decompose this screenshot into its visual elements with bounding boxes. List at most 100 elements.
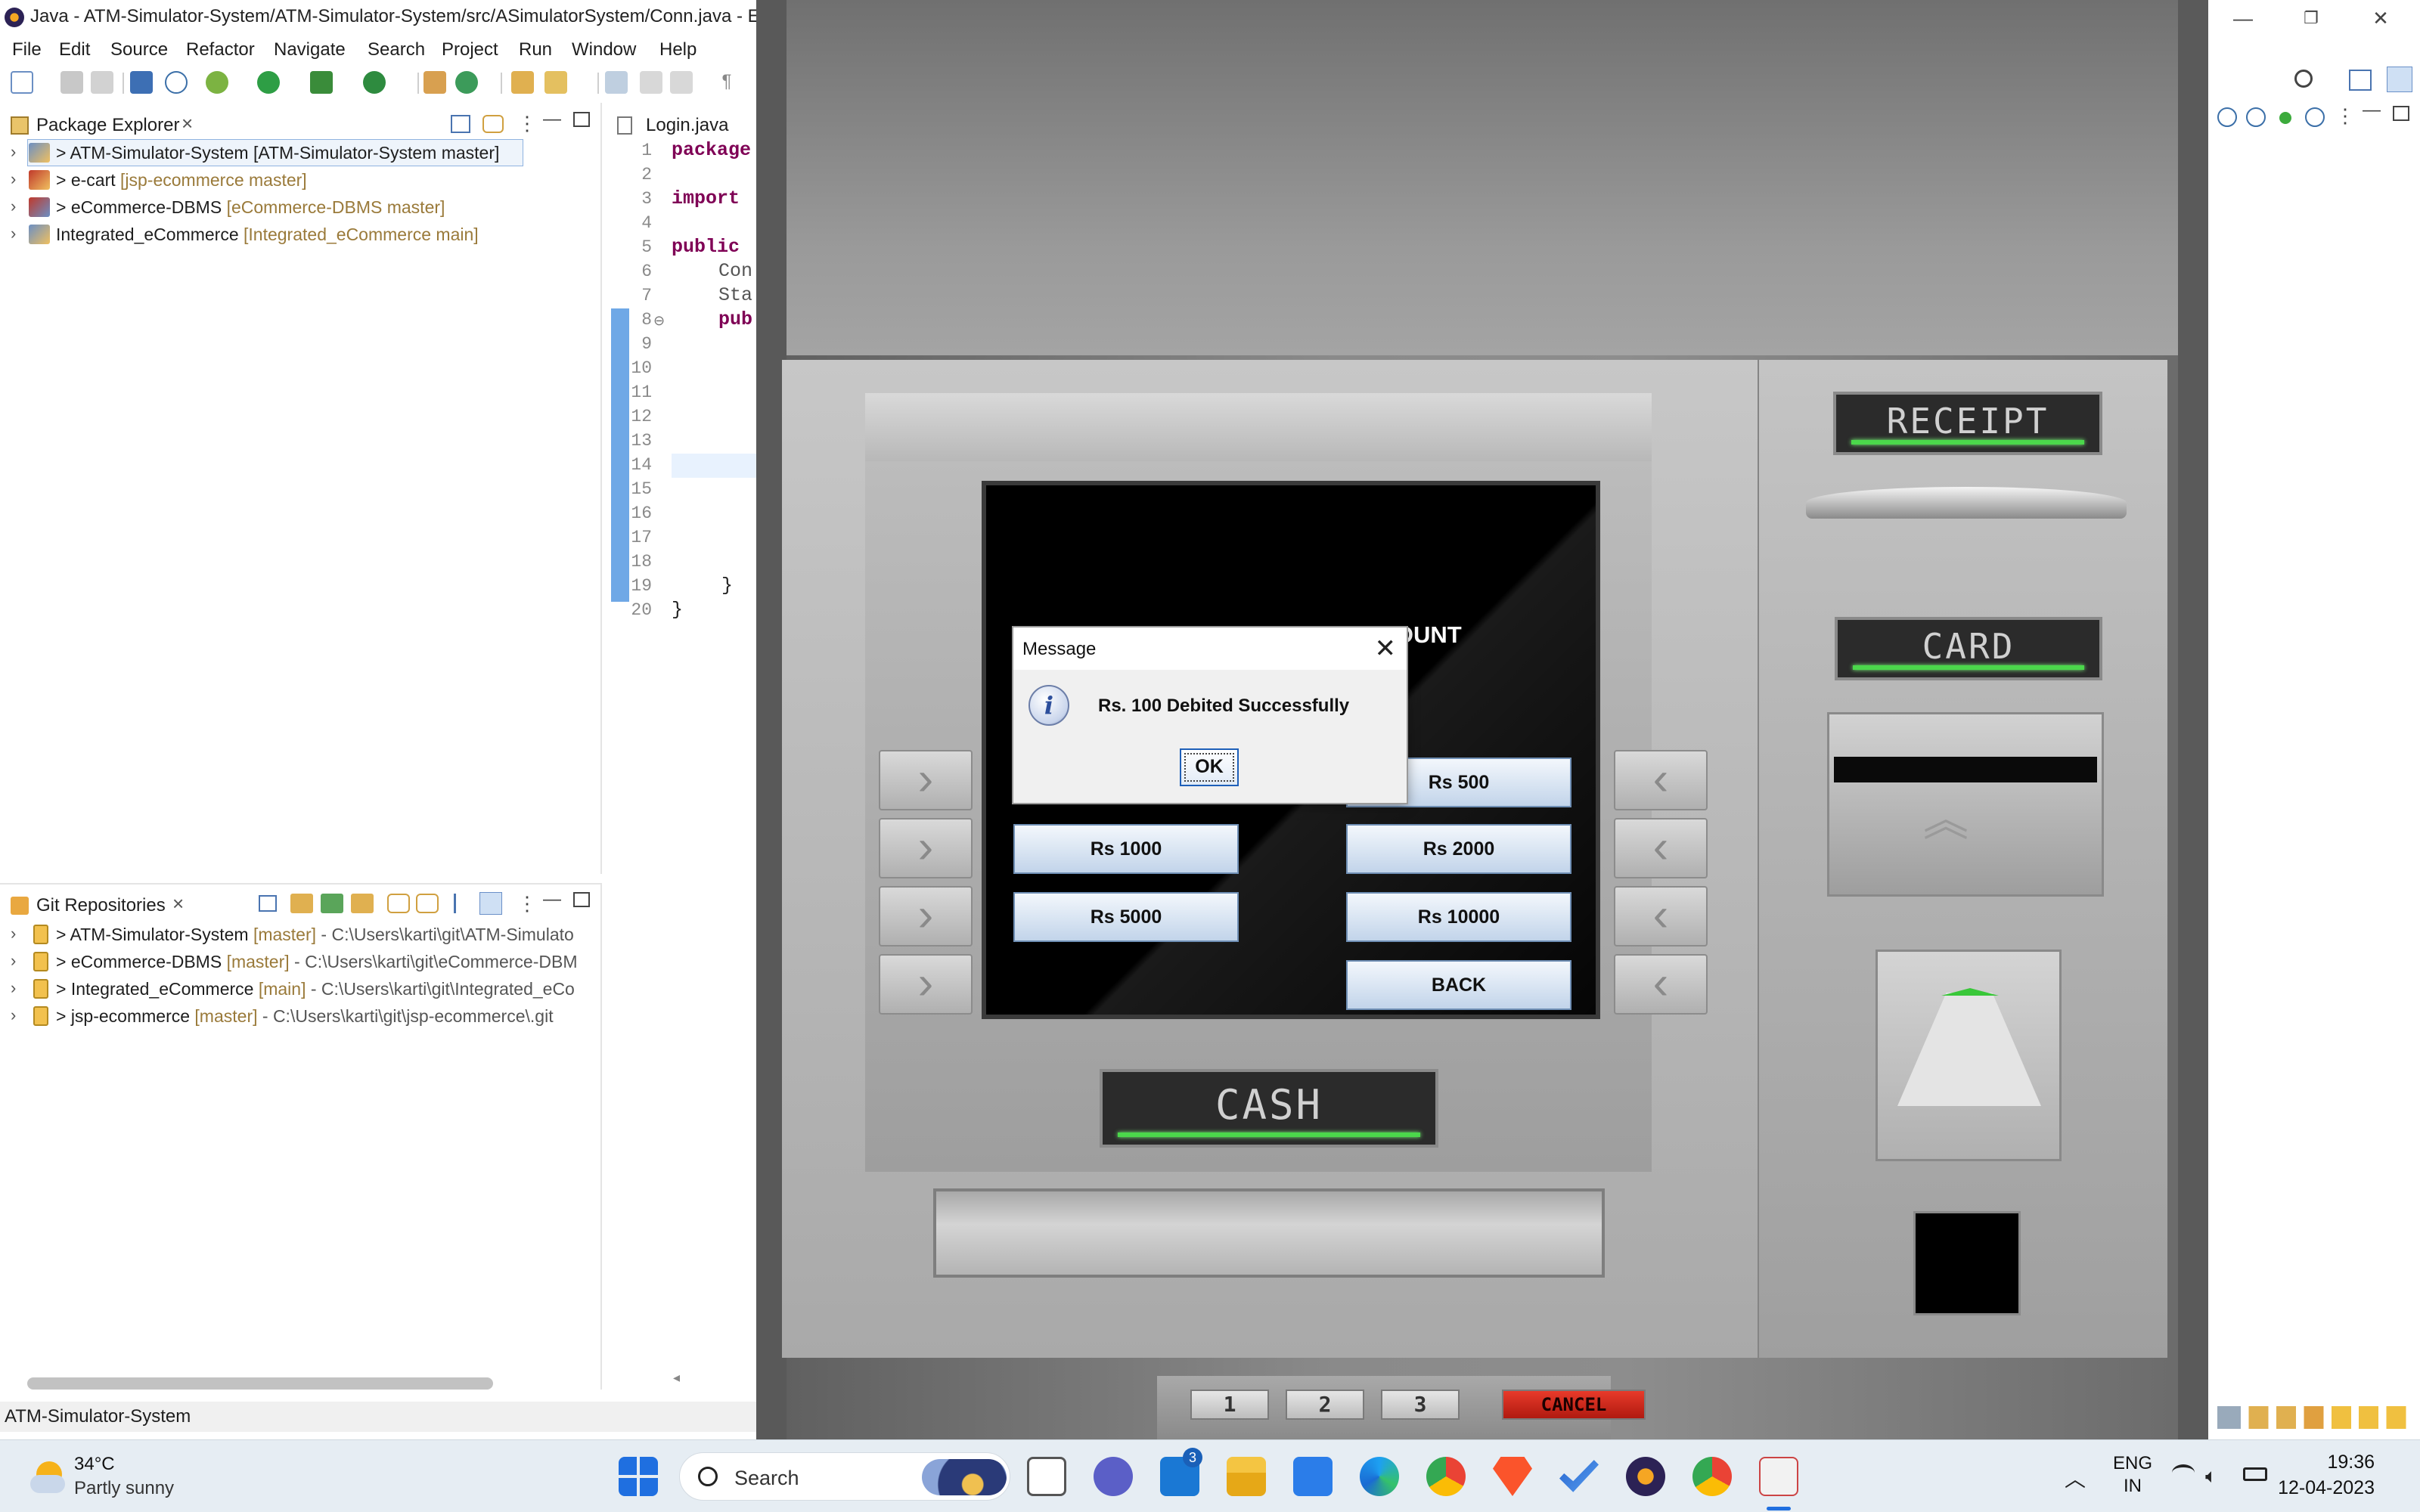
file-explorer-icon[interactable] — [1227, 1457, 1266, 1496]
skip-all-breakpoints-icon[interactable] — [2246, 107, 2266, 127]
collapse-all-icon[interactable] — [259, 895, 277, 912]
horizontal-scrollbar[interactable] — [27, 1377, 493, 1390]
left-side-key-4[interactable]: › — [879, 954, 973, 1015]
java-app-icon[interactable] — [1759, 1457, 1798, 1496]
fold-collapse-icon[interactable]: ⊖ — [653, 313, 665, 329]
expand-chevron-icon[interactable]: › — [11, 142, 16, 162]
right-side-key-2[interactable]: ‹ — [1614, 818, 1708, 878]
toggle-mark-occurrences-icon[interactable] — [605, 71, 628, 94]
right-side-key-3[interactable]: ‹ — [1614, 886, 1708, 947]
expand-chevron-icon[interactable]: › — [11, 169, 16, 189]
keypad-key-2[interactable]: 2 — [1286, 1390, 1364, 1420]
left-side-key-2[interactable]: › — [879, 818, 973, 878]
minimize-view-icon[interactable]: — — [543, 889, 561, 910]
view-menu-icon[interactable]: ⋮ — [517, 112, 537, 135]
menu-search[interactable]: Search — [368, 39, 425, 60]
chrome-profile-icon[interactable] — [1692, 1457, 1732, 1496]
view-menu-icon[interactable]: ⋮ — [517, 892, 537, 916]
dialog-close-icon[interactable]: ✕ — [1375, 634, 1397, 664]
cancel-key[interactable]: CANCEL — [1502, 1390, 1646, 1420]
menu-refactor[interactable]: Refactor — [186, 39, 255, 60]
external-tools-icon[interactable] — [363, 71, 386, 94]
green-dot-icon[interactable] — [2279, 112, 2291, 124]
menu-file[interactable]: File — [12, 39, 42, 60]
new-class-icon[interactable] — [455, 71, 478, 94]
new-icon[interactable] — [11, 71, 33, 94]
rs-10000-button[interactable]: Rs 10000 — [1346, 892, 1571, 942]
keypad-key-1[interactable]: 1 — [1190, 1390, 1269, 1420]
block-selection-icon[interactable] — [670, 71, 693, 94]
left-side-key-1[interactable]: › — [879, 750, 973, 810]
rs-1000-button[interactable]: Rs 1000 — [1013, 824, 1239, 874]
expand-chevron-icon[interactable]: › — [11, 924, 16, 943]
minimize-view-icon[interactable]: — — [543, 109, 561, 130]
edge-browser-icon[interactable] — [1360, 1457, 1399, 1496]
tree-item-integrated-ecommerce[interactable]: › Integrated_eCommerce [Integrated_eComm… — [0, 221, 597, 248]
volume-icon[interactable]: 🔈︎ — [2205, 1464, 2217, 1489]
add-repository-icon[interactable] — [290, 894, 313, 913]
expand-chevron-icon[interactable]: › — [11, 1005, 16, 1025]
tab-git-repositories[interactable]: Git Repositories × — [0, 888, 201, 922]
save-icon[interactable] — [60, 71, 83, 94]
toggle-annotation-icon[interactable] — [640, 71, 662, 94]
language-indicator[interactable]: ENG IN — [2113, 1452, 2152, 1498]
show-hidden-icons-chevron-icon[interactable]: ︿ — [2065, 1463, 2086, 1493]
code-editor[interactable]: Login.java ⊖ 1 2 3 4 5 6 7 8 9 10 11 12 … — [611, 103, 756, 1388]
collapse-all-icon[interactable] — [451, 115, 470, 133]
maximize-view-icon[interactable] — [573, 892, 590, 907]
scroll-left-arrow-icon[interactable]: ◂ — [673, 1370, 680, 1386]
fast-view-icons[interactable] — [2217, 1406, 2414, 1429]
search-icon[interactable] — [2294, 70, 2313, 88]
create-repository-icon[interactable] — [351, 894, 374, 913]
clone-repository-icon[interactable] — [321, 894, 343, 913]
hierarchical-layout-icon[interactable] — [454, 894, 473, 913]
menu-edit[interactable]: Edit — [59, 39, 90, 60]
git-repo-row[interactable]: › > eCommerce-DBMS [master] - C:\Users\k… — [0, 948, 597, 975]
minimize-view-icon[interactable]: — — [2363, 100, 2381, 121]
debug-icon[interactable] — [206, 71, 228, 94]
menu-navigate[interactable]: Navigate — [274, 39, 346, 60]
expand-chevron-icon[interactable]: › — [11, 197, 16, 216]
open-perspective-icon[interactable] — [2349, 70, 2372, 91]
expand-chevron-icon[interactable]: › — [11, 951, 16, 971]
microsoft-store-icon[interactable] — [1293, 1457, 1333, 1496]
git-repo-row[interactable]: › > Integrated_eCommerce [main] - C:\Use… — [0, 975, 597, 1002]
open-type-icon[interactable] — [511, 71, 534, 94]
close-tab-icon[interactable]: × — [172, 892, 184, 916]
ok-button[interactable]: OK — [1180, 748, 1239, 786]
refresh-icon[interactable] — [416, 894, 439, 913]
expand-chevron-icon[interactable]: › — [11, 224, 16, 243]
link-with-selection-icon[interactable] — [387, 894, 410, 913]
maximize-view-icon[interactable] — [2393, 106, 2409, 121]
save-all-icon[interactable] — [91, 71, 113, 94]
todo-icon[interactable] — [1559, 1460, 1599, 1492]
tree-item-ecommerce-dbms[interactable]: › > eCommerce-DBMS [eCommerce-DBMS maste… — [0, 194, 597, 221]
git-repo-row[interactable]: › > jsp-ecommerce [master] - C:\Users\ka… — [0, 1002, 597, 1030]
maximize-view-icon[interactable] — [573, 112, 590, 127]
tree-item-e-cart[interactable]: › > e-cart [jsp-ecommerce master] — [0, 166, 597, 194]
rs-2000-button[interactable]: Rs 2000 — [1346, 824, 1571, 874]
chrome-icon[interactable] — [1426, 1457, 1466, 1496]
coverage-icon[interactable] — [310, 71, 333, 94]
back-button[interactable]: BACK — [1346, 960, 1571, 1010]
eclipse-taskbar-icon[interactable] — [1626, 1457, 1665, 1496]
brave-browser-icon[interactable] — [1493, 1457, 1532, 1496]
run-icon[interactable] — [257, 71, 280, 94]
filter-icon[interactable] — [479, 892, 502, 915]
restore-button[interactable]: ❐ — [2296, 3, 2326, 33]
remove-breakpoints-icon[interactable] — [2305, 107, 2325, 127]
right-side-key-4[interactable]: ‹ — [1614, 954, 1708, 1015]
terminal-icon[interactable] — [130, 71, 153, 94]
teams-chat-icon[interactable] — [1094, 1457, 1133, 1496]
menu-project[interactable]: Project — [442, 39, 498, 60]
taskbar-search-box[interactable]: Search — [679, 1452, 1010, 1501]
task-view-icon[interactable] — [1027, 1457, 1066, 1496]
skip-breakpoints-icon[interactable] — [165, 71, 188, 94]
breakpoints-icon[interactable] — [2217, 107, 2237, 127]
menu-window[interactable]: Window — [572, 39, 636, 60]
view-menu-icon[interactable]: ⋮ — [2335, 104, 2355, 128]
minimize-button[interactable]: — — [2228, 3, 2258, 33]
wifi-icon[interactable] — [2172, 1464, 2195, 1481]
expand-chevron-icon[interactable]: › — [11, 978, 16, 998]
close-window-button[interactable]: ✕ — [2366, 3, 2396, 33]
